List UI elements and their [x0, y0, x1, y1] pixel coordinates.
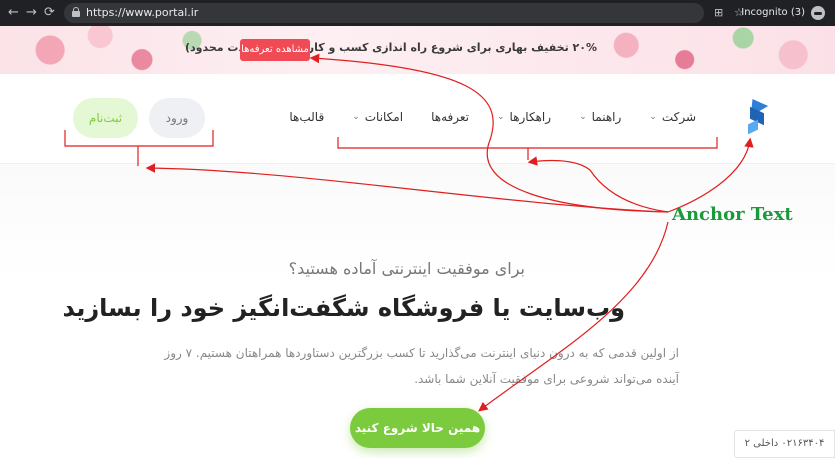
phone-badge[interactable]: ۰۲۱۶۳۴۰۴ داخلی ۲ [734, 430, 835, 458]
chevron-down-icon: ⌄ [496, 112, 505, 122]
reload-icon[interactable]: ⟳ [44, 5, 55, 21]
promo-banner: ۲۰% تخفیف بهاری برای شروع راه اندازی کسب… [0, 26, 835, 74]
nav-item-guide[interactable]: راهنما ⌄ [565, 110, 635, 124]
address-bar[interactable]: https://www.portal.ir [64, 3, 704, 23]
incognito-label[interactable]: Incognito (3) [741, 5, 805, 21]
chevron-down-icon: ⌄ [352, 112, 360, 122]
chevron-down-icon: ⌄ [649, 112, 657, 122]
browser-toolbar: ← → ⟳ https://www.portal.ir ⊞ ☆ Incognit… [0, 0, 835, 26]
incognito-icon[interactable] [811, 6, 825, 20]
chevron-down-icon: ⌄ [579, 112, 587, 122]
main-nav: قالب‌ها امکانات ⌄ تعرفه‌ها راهکارها ⌄ راهن… [275, 110, 710, 124]
anchor-text-label: Anchor Text [672, 204, 793, 225]
nav-item-features[interactable]: امکانات ⌄ [338, 110, 417, 124]
translate-icon[interactable]: ⊞ [714, 5, 723, 21]
nav-item-company[interactable]: شرکت ⌄ [635, 110, 710, 124]
nav-item-pricing[interactable]: تعرفه‌ها [417, 110, 483, 124]
hero-subtitle: برای موفقیت اینترنتی آماده هستید؟ [288, 259, 525, 278]
login-button[interactable]: ورود [149, 98, 205, 138]
logo-icon[interactable] [743, 93, 769, 135]
site-header: قالب‌ها امکانات ⌄ تعرفه‌ها راهکارها ⌄ راهن… [0, 74, 835, 164]
signup-button[interactable]: ثبت‌نام [73, 98, 138, 138]
hero-title: وب‌سایت یا فروشگاه شگفت‌انگیز خود را بسا… [62, 294, 625, 322]
url-text: https://www.portal.ir [86, 6, 199, 19]
nav-item-solutions[interactable]: راهکارها ⌄ [483, 110, 565, 124]
hero-description: از اولین قدمی که به درون دنیای اینترنت م… [164, 346, 679, 386]
view-pricing-button[interactable]: مشاهده تعرفه‌ها [240, 39, 310, 61]
start-now-button[interactable]: همین حالا شروع کنید [350, 408, 485, 448]
forward-icon[interactable]: → [26, 5, 37, 21]
nav-item-templates[interactable]: قالب‌ها [275, 110, 338, 124]
back-icon[interactable]: ← [8, 5, 19, 21]
lock-icon [72, 7, 80, 17]
